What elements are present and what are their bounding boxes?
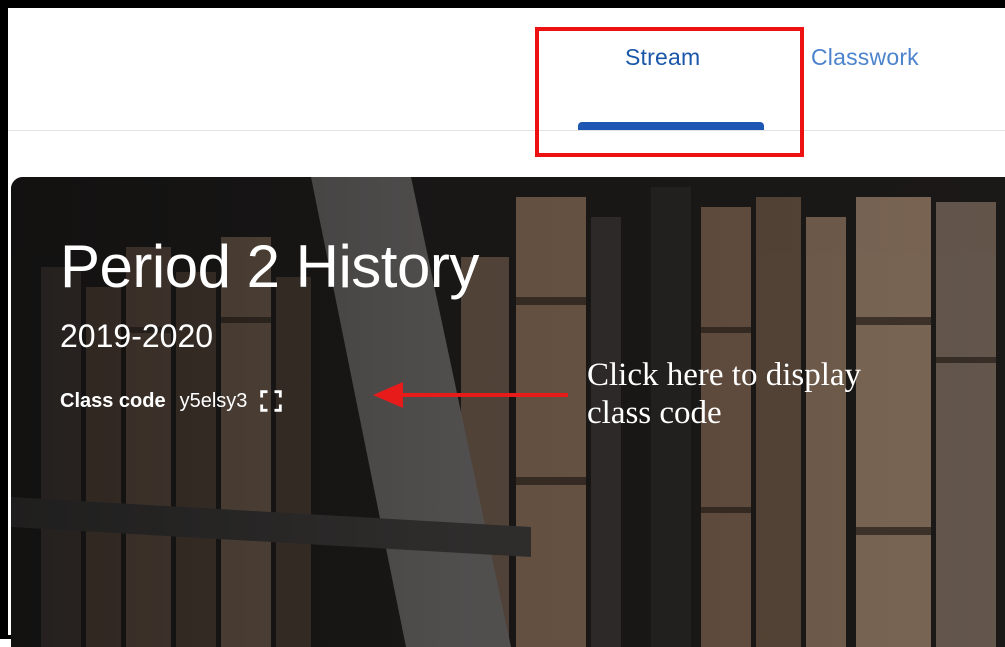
arrow-left-icon (373, 382, 568, 408)
tab-classwork[interactable]: Classwork (811, 44, 919, 71)
stream-tab-highlight (535, 27, 804, 157)
annotation-line-1: Click here to display (587, 357, 862, 393)
fullscreen-icon[interactable] (257, 387, 285, 415)
annotation-line-2: class code (587, 395, 722, 431)
annotation-text: Click here to display class code (587, 356, 967, 432)
class-code-row: Class code y5elsy3 (60, 387, 285, 415)
class-title: Period 2 History (60, 233, 479, 300)
class-subtitle: 2019-2020 (60, 318, 214, 354)
class-code-label: Class code (60, 389, 166, 412)
class-code-value: y5elsy3 (179, 389, 248, 412)
